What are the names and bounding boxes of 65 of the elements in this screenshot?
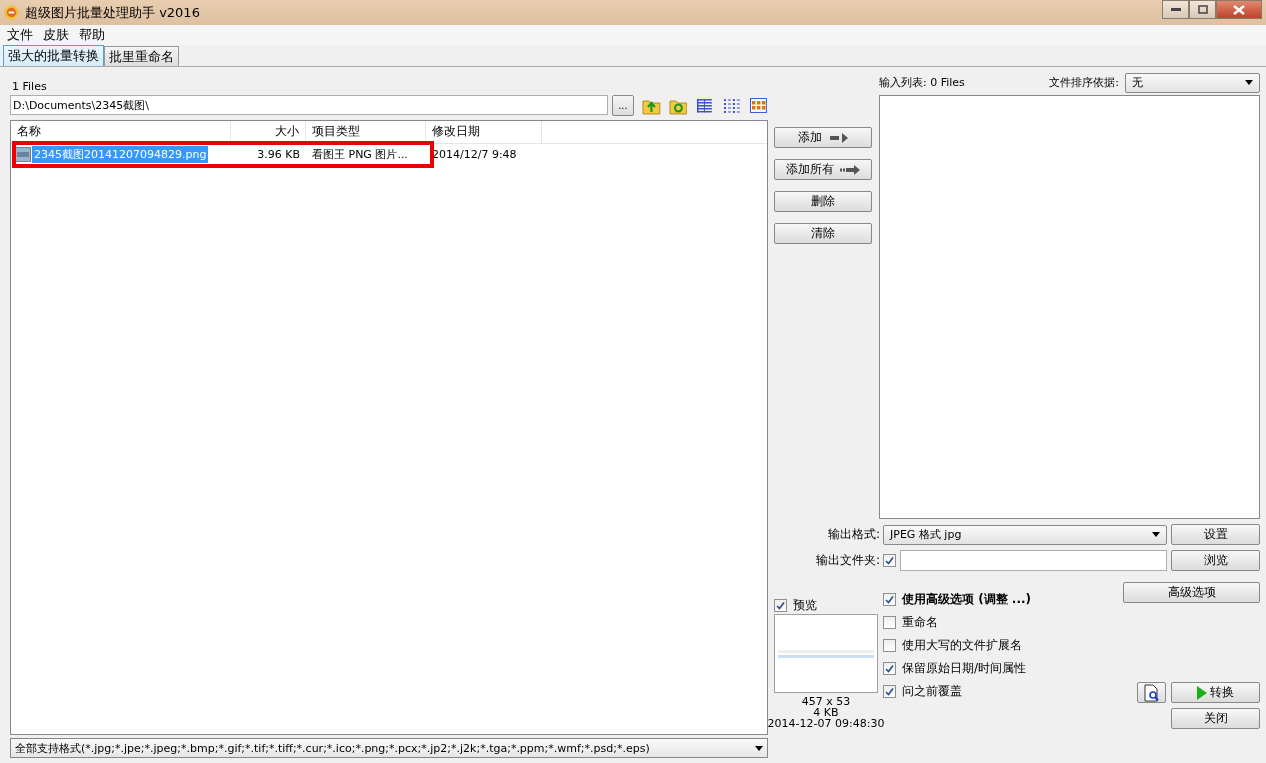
file-type: 看图王 PNG 图片...: [311, 146, 409, 162]
option-label: 重命名: [902, 614, 938, 631]
input-list-label: 输入列表: 0 Files: [879, 75, 965, 90]
checkbox[interactable]: [883, 662, 896, 675]
menu-item[interactable]: 帮助: [76, 26, 108, 44]
close-dialog-button[interactable]: 关闭: [1171, 708, 1260, 729]
convert-button[interactable]: 转换: [1171, 682, 1260, 703]
browse-button[interactable]: ...: [611, 94, 634, 116]
dropdown-caret-icon: [1245, 80, 1253, 85]
menu-item[interactable]: 文件: [4, 26, 36, 44]
checkbox[interactable]: [883, 616, 896, 629]
checkbox[interactable]: [883, 685, 896, 698]
checkbox[interactable]: [883, 639, 896, 652]
option-label: 问之前覆盖: [902, 683, 962, 700]
column-header[interactable]: 大小: [231, 121, 306, 143]
image-dimensions: 457 x 53: [801, 696, 851, 707]
checkbox[interactable]: [883, 593, 896, 606]
action-button[interactable]: 添加: [774, 127, 872, 148]
column-header[interactable]: 项目类型: [306, 121, 426, 143]
thumbnail-view-icon[interactable]: [749, 95, 768, 115]
window-title: 超级图片批量处理助手 v2016: [25, 3, 201, 22]
maximize-icon: [1197, 5, 1208, 14]
option-label: 使用大写的文件扩展名: [902, 637, 1022, 654]
column-header[interactable]: 修改日期: [426, 121, 542, 143]
sort-label: 文件排序依据:: [1049, 75, 1119, 90]
image-date: 2014-12-07 09:48:30: [767, 718, 885, 729]
close-button[interactable]: [1216, 0, 1262, 19]
file-date: 2014/12/7 9:48: [431, 147, 518, 161]
option-label: 保留原始日期/时间属性: [902, 660, 1027, 677]
file-type-filter[interactable]: 全部支持格式(*.jpg;*.jpe;*.jpeg;*.bmp;*.gif;*.tif;*.tiff;*.cur;*.ico;*.png;*.pcx;*.jp2;*.j2k;*.tga;*.ppm;*.wmf;*.psd;*.eps): [10, 738, 768, 758]
sort-select[interactable]: 无: [1125, 72, 1260, 93]
path-field[interactable]: D:\Documents\2345截图\: [10, 95, 608, 115]
file-count: 1 Files: [11, 79, 48, 93]
document-search-icon: [1143, 683, 1160, 702]
right-arrow-icon: [828, 132, 848, 143]
output-folder-field[interactable]: [900, 550, 1167, 571]
app-logo-icon: [4, 5, 19, 20]
action-button[interactable]: 清除: [774, 223, 872, 244]
preview-button[interactable]: [1137, 682, 1166, 703]
browse-button[interactable]: 浏览: [1171, 550, 1260, 571]
output-format-select[interactable]: JPEG 格式 jpg: [883, 524, 1167, 545]
action-button[interactable]: 删除: [774, 191, 872, 212]
close-icon: [1233, 4, 1245, 15]
minimize-icon: [1170, 7, 1181, 12]
settings-button[interactable]: 设置: [1171, 524, 1260, 545]
maximize-button[interactable]: [1189, 0, 1216, 19]
minimize-button[interactable]: [1162, 0, 1189, 19]
image-size: 4 KB: [813, 707, 839, 718]
tab[interactable]: 批里重命名: [104, 46, 179, 66]
right-arrow-icon: [840, 164, 860, 175]
menu-item[interactable]: 皮肤: [40, 26, 72, 44]
dropdown-caret-icon: [755, 745, 763, 751]
checkbox[interactable]: [774, 598, 787, 612]
output-folder-label: 输出文件夹:: [814, 552, 881, 569]
option-label: 使用高级选项 (调整 ...): [902, 591, 1031, 608]
action-button[interactable]: 添加所有: [774, 159, 872, 180]
output-format-label: 输出格式:: [826, 526, 881, 543]
checkbox[interactable]: [883, 554, 896, 567]
file-size: 3.96 KB: [256, 147, 301, 161]
play-icon: [1197, 685, 1207, 700]
tab[interactable]: 强大的批量转换: [3, 45, 104, 66]
dropdown-caret-icon: [1152, 532, 1160, 537]
preview-label: 预览: [793, 596, 817, 614]
column-header[interactable]: 名称: [11, 121, 231, 143]
advanced-options-button[interactable]: 高级选项: [1123, 582, 1260, 603]
